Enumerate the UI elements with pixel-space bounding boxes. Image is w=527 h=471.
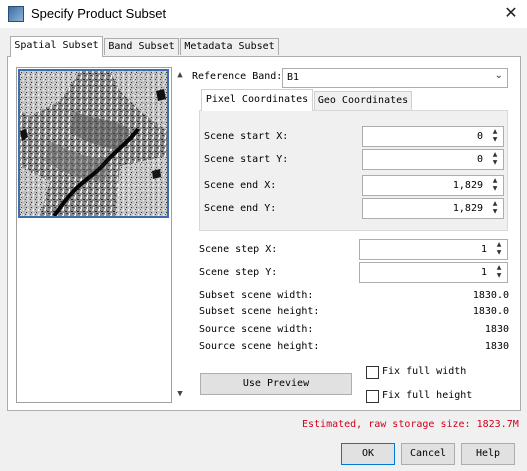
spin-up-icon[interactable]: ▲ bbox=[492, 264, 506, 272]
scene-start-y-value: 0 bbox=[476, 154, 483, 165]
preview-scroll-up-icon[interactable]: ▲ bbox=[173, 68, 187, 82]
scene-step-y-label: Scene step Y: bbox=[199, 267, 278, 278]
scene-step-x-label: Scene step X: bbox=[199, 244, 278, 255]
tab-band-subset[interactable]: Band Subset bbox=[104, 38, 179, 55]
subset-width-value: 1830.0 bbox=[472, 290, 509, 301]
scene-end-y-value: 1,829 bbox=[452, 203, 483, 214]
title-bar: Specify Product Subset ✕ bbox=[0, 0, 527, 28]
spin-down-icon[interactable]: ▼ bbox=[492, 272, 506, 280]
spin-down-icon[interactable]: ▼ bbox=[488, 159, 502, 167]
fix-full-height-label[interactable]: Fix full height bbox=[382, 390, 472, 401]
storage-estimate-text: Estimated, raw storage size: 1823.7M bbox=[302, 419, 519, 430]
preview-scroll-down-icon[interactable]: ▼ bbox=[173, 387, 187, 401]
fix-full-width-label[interactable]: Fix full width bbox=[382, 366, 466, 377]
scene-start-x-value: 0 bbox=[476, 131, 483, 142]
scene-step-x-input[interactable]: 1 ▲ ▼ bbox=[359, 239, 508, 260]
window-title: Specify Product Subset bbox=[31, 6, 167, 21]
scene-step-y-value: 1 bbox=[480, 267, 487, 278]
cancel-button[interactable]: Cancel bbox=[401, 443, 455, 465]
scene-start-y-input[interactable]: 0 ▲ ▼ bbox=[362, 149, 504, 170]
spin-up-icon[interactable]: ▲ bbox=[492, 241, 506, 249]
tab-metadata-subset[interactable]: Metadata Subset bbox=[180, 38, 279, 55]
tab-pixel-coordinates[interactable]: Pixel Coordinates bbox=[201, 89, 313, 111]
spin-down-icon[interactable]: ▼ bbox=[488, 208, 502, 216]
ok-button[interactable]: OK bbox=[341, 443, 395, 465]
spin-up-icon[interactable]: ▲ bbox=[488, 200, 502, 208]
subset-height-label: Subset scene height: bbox=[199, 306, 320, 317]
scene-step-x-value: 1 bbox=[480, 244, 487, 255]
spin-down-icon[interactable]: ▼ bbox=[492, 249, 506, 257]
source-height-value: 1830 bbox=[484, 341, 509, 352]
spin-up-icon[interactable]: ▲ bbox=[488, 151, 502, 159]
satellite-image-thumbnail[interactable] bbox=[18, 69, 169, 218]
reference-band-select[interactable]: B1 ⌄ bbox=[282, 68, 508, 88]
subset-height-value: 1830.0 bbox=[472, 306, 509, 317]
fix-full-height-checkbox[interactable] bbox=[366, 390, 379, 403]
source-width-label: Source scene width: bbox=[199, 324, 314, 335]
scene-end-x-label: Scene end X: bbox=[204, 180, 277, 191]
tab-geo-coordinates[interactable]: Geo Coordinates bbox=[314, 91, 412, 110]
scene-step-y-input[interactable]: 1 ▲ ▼ bbox=[359, 262, 508, 283]
tab-spatial-subset[interactable]: Spatial Subset bbox=[10, 36, 103, 57]
help-button[interactable]: Help bbox=[461, 443, 515, 465]
use-preview-button[interactable]: Use Preview bbox=[200, 373, 352, 395]
source-width-value: 1830 bbox=[484, 324, 509, 335]
scene-end-x-value: 1,829 bbox=[452, 180, 483, 191]
scene-start-x-input[interactable]: 0 ▲ ▼ bbox=[362, 126, 504, 147]
reference-band-value: B1 bbox=[287, 72, 300, 83]
chevron-down-icon: ⌄ bbox=[494, 70, 503, 81]
scene-end-y-label: Scene end Y: bbox=[204, 203, 277, 214]
reference-band-label: Reference Band: bbox=[192, 71, 283, 82]
spin-down-icon[interactable]: ▼ bbox=[488, 185, 502, 193]
spin-up-icon[interactable]: ▲ bbox=[488, 128, 502, 136]
spin-up-icon[interactable]: ▲ bbox=[488, 177, 502, 185]
app-icon bbox=[8, 6, 24, 22]
scene-start-y-label: Scene start Y: bbox=[204, 154, 289, 165]
scene-start-x-label: Scene start X: bbox=[204, 131, 289, 142]
close-icon[interactable]: ✕ bbox=[498, 2, 524, 24]
scene-end-y-input[interactable]: 1,829 ▲ ▼ bbox=[362, 198, 504, 219]
fix-full-width-checkbox[interactable] bbox=[366, 366, 379, 379]
spin-down-icon[interactable]: ▼ bbox=[488, 136, 502, 144]
subset-width-label: Subset scene width: bbox=[199, 290, 314, 301]
source-height-label: Source scene height: bbox=[199, 341, 320, 352]
scene-end-x-input[interactable]: 1,829 ▲ ▼ bbox=[362, 175, 504, 196]
